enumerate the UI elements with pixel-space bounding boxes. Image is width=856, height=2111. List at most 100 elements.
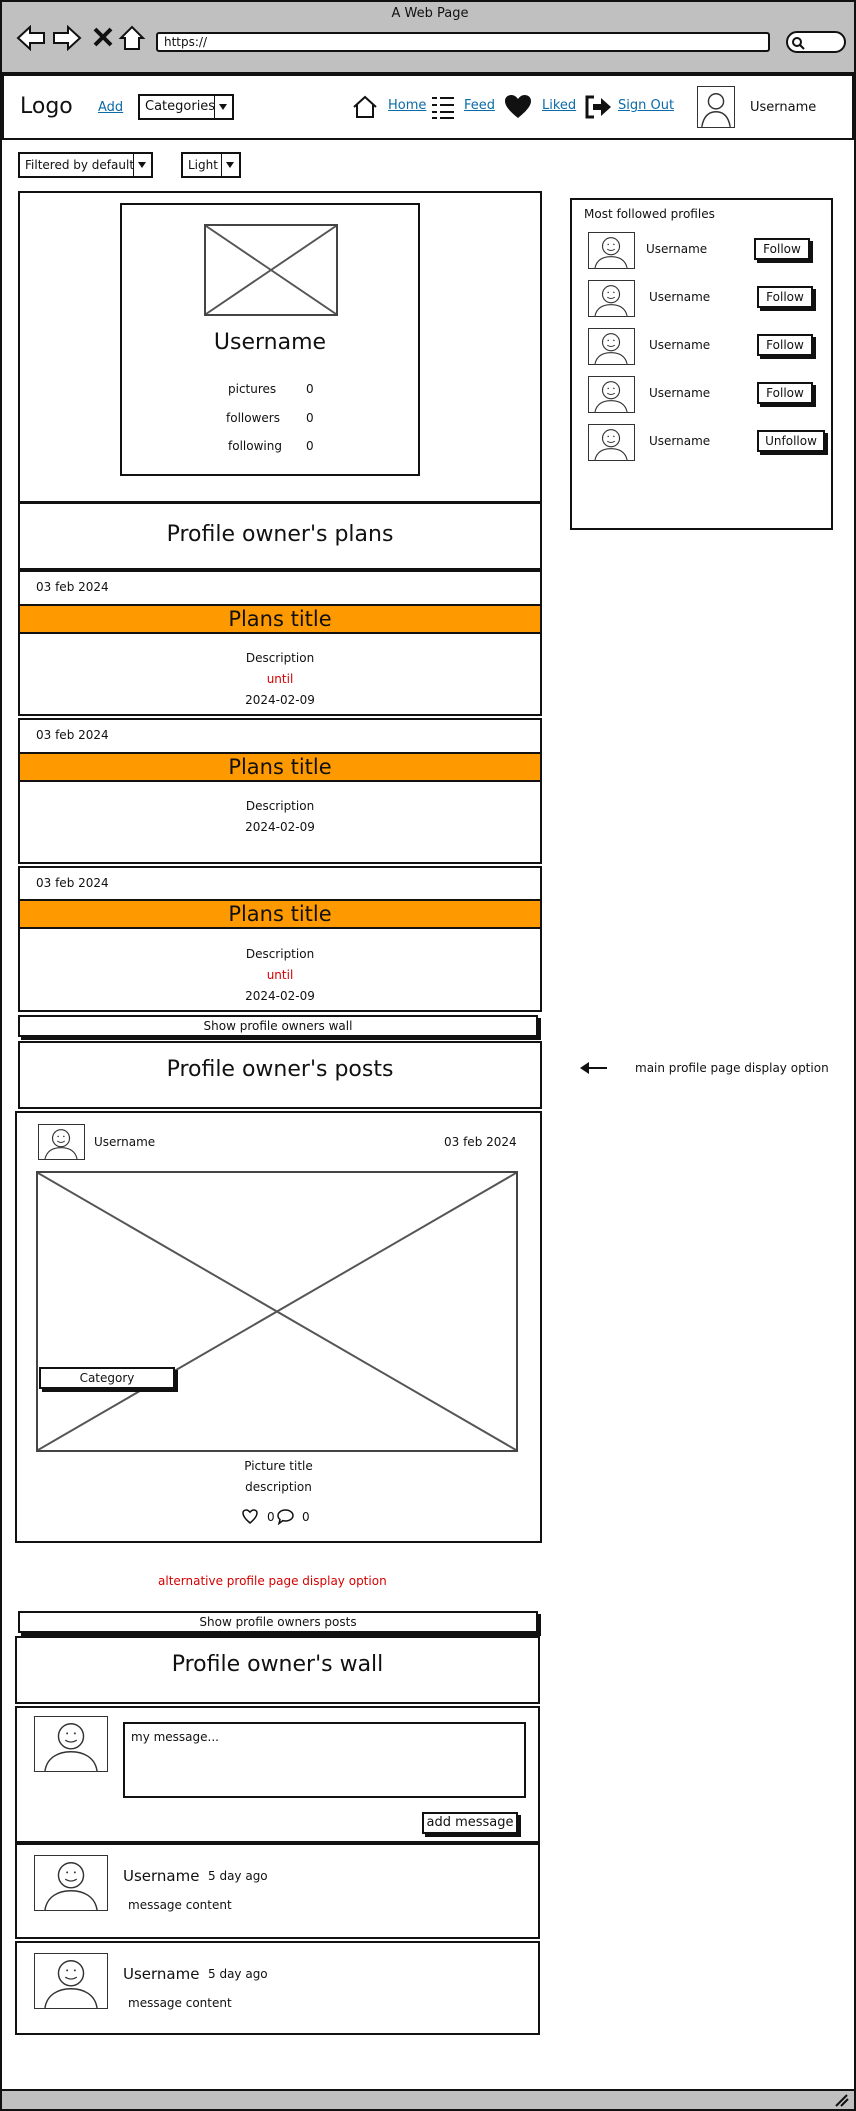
plan-date: 03 feb 2024 bbox=[36, 580, 109, 594]
most-followed-panel: Most followed profiles Username Follow U… bbox=[570, 198, 833, 530]
post-date: 03 feb 2024 bbox=[444, 1135, 517, 1149]
message-time: 5 day ago bbox=[208, 1967, 268, 1981]
user-icon bbox=[594, 333, 628, 364]
plan-end-date: 2024-02-09 bbox=[245, 693, 315, 707]
plan-description: Description bbox=[245, 651, 315, 665]
user-icon bbox=[594, 237, 628, 268]
profile-avatar[interactable] bbox=[588, 328, 635, 365]
plan-description: Description bbox=[245, 799, 315, 813]
follow-button[interactable]: Follow bbox=[757, 334, 813, 356]
plans-heading: Profile owner's plans bbox=[166, 522, 394, 547]
stat-followers-label: followers bbox=[226, 411, 280, 425]
stat-following-label: following bbox=[228, 439, 282, 453]
follow-button[interactable]: Follow bbox=[757, 382, 813, 404]
profile-avatar[interactable] bbox=[588, 376, 635, 413]
stat-following-value: 0 bbox=[306, 439, 314, 453]
user-icon bbox=[701, 93, 731, 127]
plan-until: until bbox=[266, 672, 294, 686]
alternative-option-label: alternative profile page display option bbox=[158, 1574, 387, 1588]
user-icon bbox=[594, 285, 628, 316]
forward-icon[interactable] bbox=[52, 24, 82, 52]
categories-label: Categories bbox=[145, 99, 216, 114]
browser-chrome: A Web Page https:// bbox=[0, 0, 856, 74]
resize-grip-icon[interactable] bbox=[834, 2093, 850, 2107]
sign-out-link[interactable]: Sign Out bbox=[618, 98, 674, 113]
theme-dropdown[interactable]: Light bbox=[181, 152, 241, 178]
follow-button[interactable]: Follow bbox=[754, 238, 810, 260]
sign-out-icon[interactable] bbox=[584, 94, 612, 120]
filter-label: Filtered by default bbox=[25, 158, 135, 172]
plan-title: Plans title bbox=[18, 604, 542, 634]
show-posts-button[interactable]: Show profile owners posts bbox=[18, 1611, 538, 1633]
plan-end-date: 2024-02-09 bbox=[245, 989, 315, 1003]
user-icon bbox=[594, 429, 628, 460]
message-composer: my message... add message bbox=[15, 1706, 540, 1843]
plan-date: 03 feb 2024 bbox=[36, 728, 109, 742]
plan-card: 03 feb 2024 Plans title Description unti… bbox=[18, 866, 542, 1012]
profile-username: Username bbox=[646, 242, 708, 256]
user-icon bbox=[44, 1862, 98, 1910]
heart-icon[interactable] bbox=[504, 94, 532, 120]
profile-username: Username bbox=[213, 330, 327, 355]
post-card: Username 03 feb 2024 Category Picture ti… bbox=[15, 1111, 542, 1543]
stop-icon[interactable] bbox=[92, 26, 114, 48]
unfollow-button[interactable]: Unfollow bbox=[757, 430, 825, 452]
plan-description: Description bbox=[245, 947, 315, 961]
plans-heading-box: Profile owner's plans bbox=[18, 502, 542, 570]
show-wall-button[interactable]: Show profile owners wall bbox=[18, 1015, 538, 1037]
filter-dropdown[interactable]: Filtered by default bbox=[18, 152, 153, 178]
follow-button[interactable]: Follow bbox=[757, 286, 813, 308]
home-browser-icon[interactable] bbox=[118, 24, 146, 52]
post-avatar[interactable] bbox=[38, 1124, 85, 1160]
user-icon bbox=[44, 1723, 98, 1771]
main-option-annotation: main profile page display option bbox=[635, 1061, 829, 1075]
profile-avatar[interactable] bbox=[588, 232, 635, 269]
message-username: Username bbox=[123, 1965, 200, 1983]
message-content: message content bbox=[128, 1898, 232, 1912]
most-followed-title: Most followed profiles bbox=[584, 207, 715, 221]
feed-icon[interactable] bbox=[430, 94, 456, 120]
stat-pictures-label: pictures bbox=[228, 382, 277, 396]
site-header: Logo Add Categories Home Feed Liked Sign… bbox=[2, 74, 854, 140]
chevron-down-icon bbox=[133, 154, 151, 176]
message-input[interactable]: my message... bbox=[123, 1722, 526, 1798]
status-bar bbox=[0, 2089, 856, 2111]
plan-until: until bbox=[266, 968, 294, 982]
chevron-down-icon bbox=[221, 154, 239, 176]
plan-end-date: 2024-02-09 bbox=[245, 820, 315, 834]
message-avatar[interactable] bbox=[34, 1953, 108, 2009]
back-icon[interactable] bbox=[16, 24, 46, 52]
categories-dropdown[interactable]: Categories bbox=[138, 94, 234, 120]
home-icon[interactable] bbox=[352, 94, 378, 120]
chevron-down-icon bbox=[214, 96, 232, 118]
wall-heading: Profile owner's wall bbox=[171, 1652, 384, 1677]
theme-label: Light bbox=[188, 158, 218, 172]
comment-icon[interactable] bbox=[277, 1509, 294, 1525]
profile-avatar[interactable] bbox=[588, 280, 635, 317]
post-image[interactable] bbox=[36, 1171, 518, 1452]
plan-date: 03 feb 2024 bbox=[36, 876, 109, 890]
message-avatar[interactable] bbox=[34, 1855, 108, 1911]
add-link[interactable]: Add bbox=[98, 100, 123, 115]
message-username: Username bbox=[123, 1867, 200, 1885]
header-username: Username bbox=[750, 100, 817, 115]
header-avatar[interactable] bbox=[697, 86, 735, 128]
wall-heading-box: Profile owner's wall bbox=[15, 1636, 540, 1704]
message-time: 5 day ago bbox=[208, 1869, 268, 1883]
profile-avatar[interactable] bbox=[588, 424, 635, 461]
profile-username: Username bbox=[649, 290, 711, 304]
feed-link[interactable]: Feed bbox=[464, 98, 495, 113]
heart-outline-icon[interactable] bbox=[242, 1509, 258, 1524]
add-message-button[interactable]: add message bbox=[422, 1812, 518, 1834]
url-bar[interactable]: https:// bbox=[156, 32, 770, 52]
post-username: Username bbox=[94, 1135, 156, 1149]
post-title: Picture title bbox=[244, 1459, 313, 1473]
browser-title: A Web Page bbox=[391, 6, 469, 21]
liked-link[interactable]: Liked bbox=[542, 98, 576, 113]
profile-username: Username bbox=[649, 434, 711, 448]
profile-username: Username bbox=[649, 338, 711, 352]
message-content: message content bbox=[128, 1996, 232, 2010]
category-badge[interactable]: Category bbox=[39, 1367, 175, 1389]
home-link[interactable]: Home bbox=[388, 98, 426, 113]
search-icon bbox=[792, 37, 805, 50]
